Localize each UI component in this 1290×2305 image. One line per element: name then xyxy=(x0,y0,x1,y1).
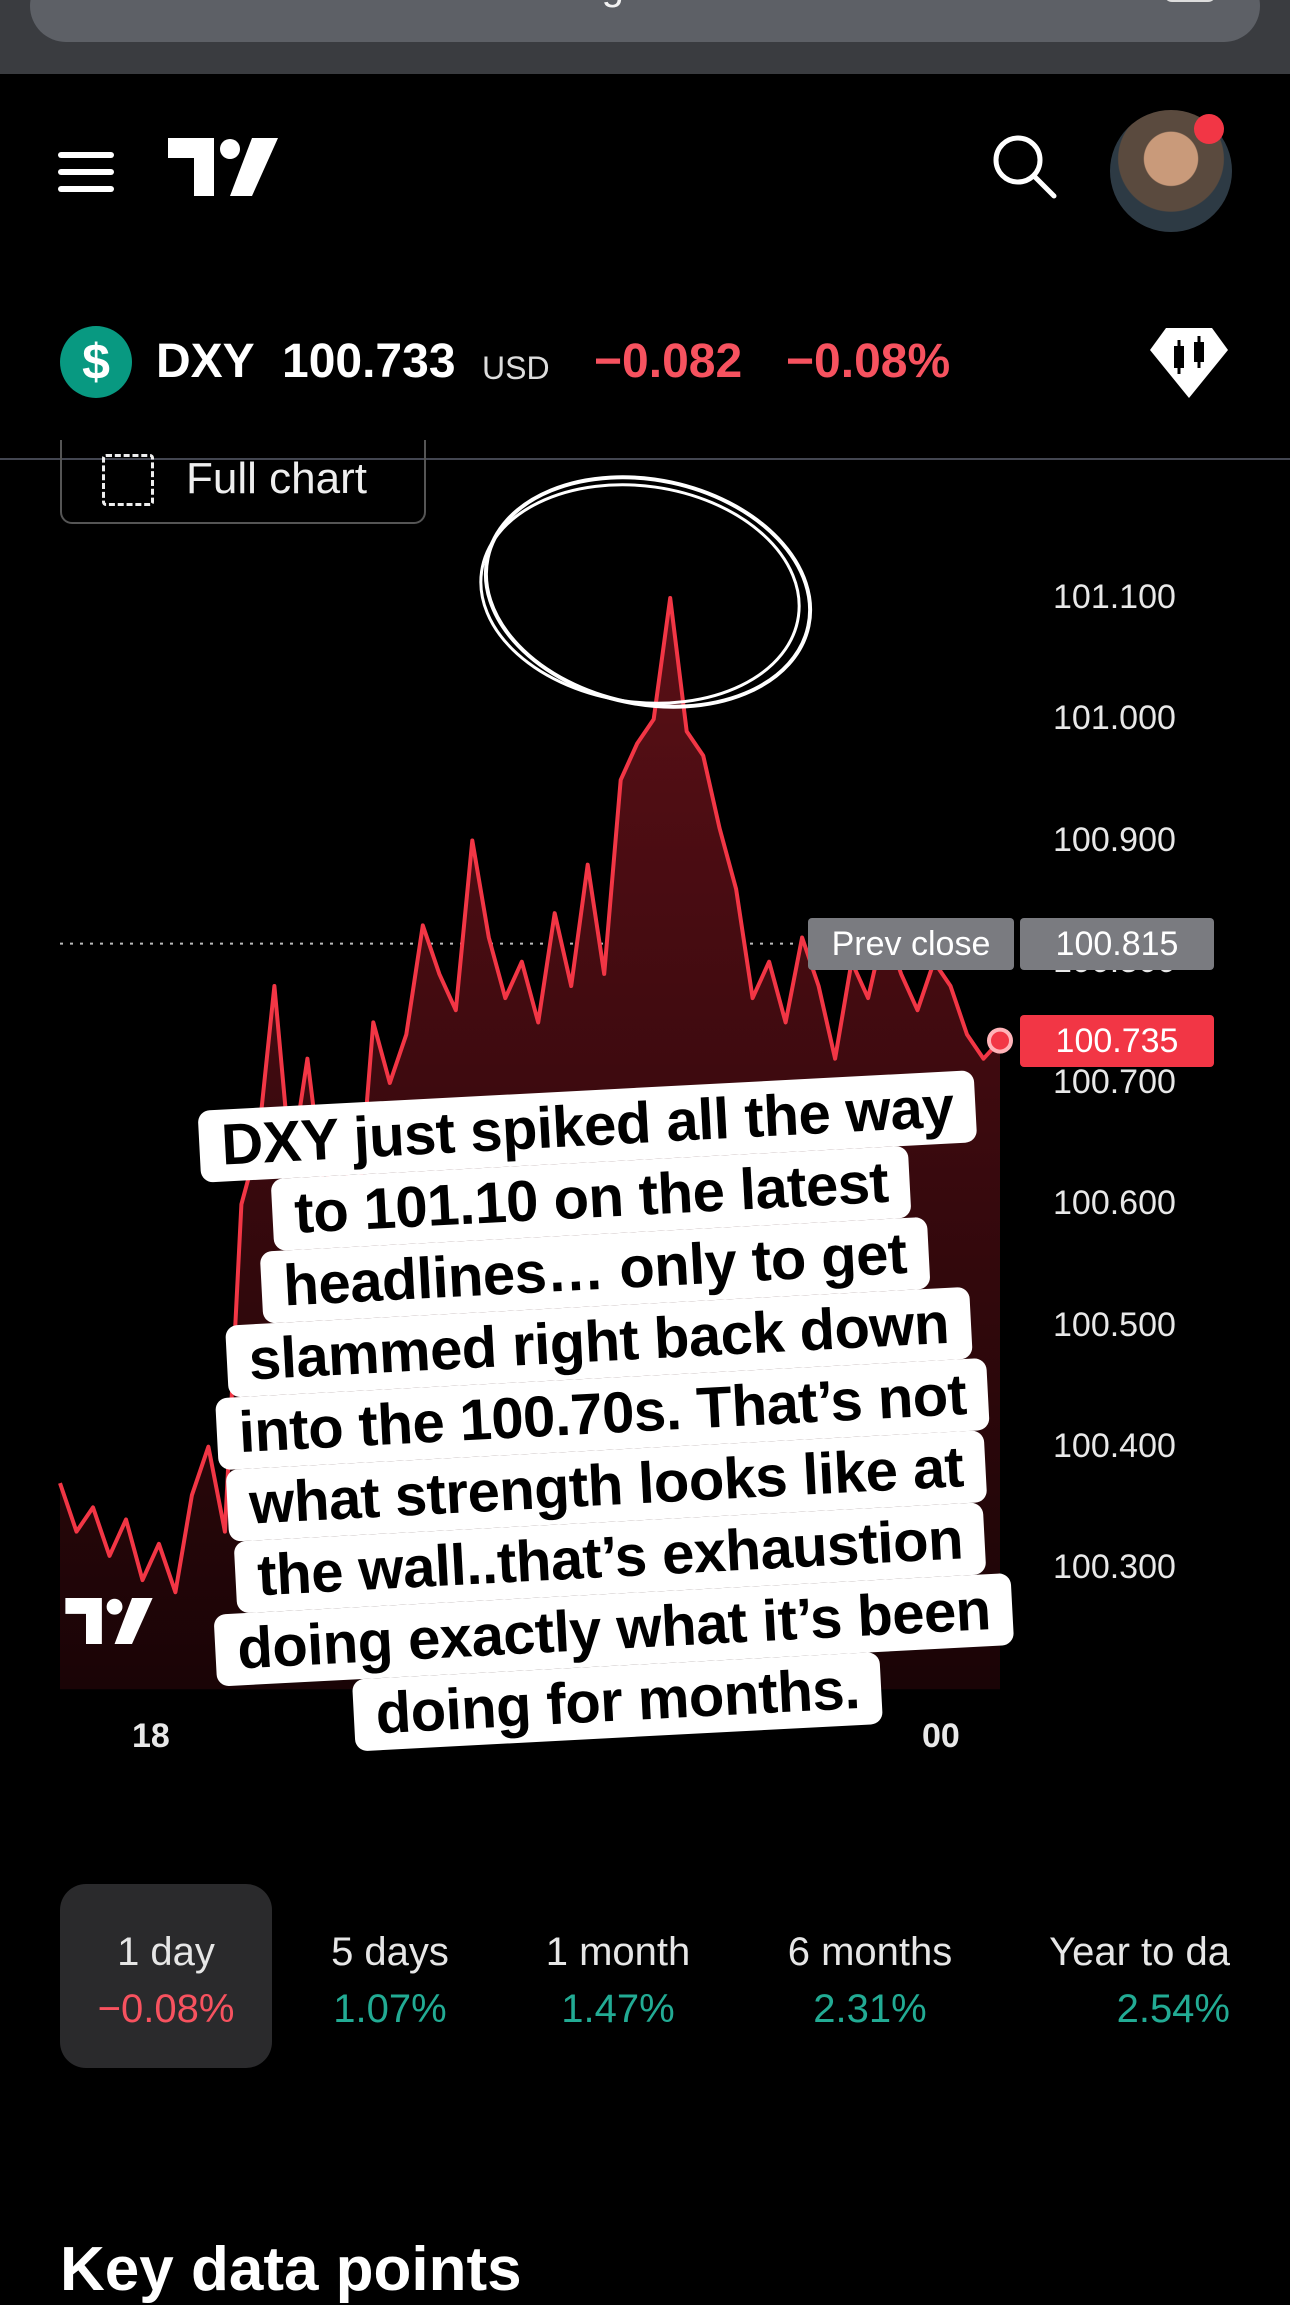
fullscreen-icon xyxy=(102,454,154,506)
range-value: 1.07% xyxy=(333,1987,447,2031)
section-title: Key data points xyxy=(60,2235,522,2304)
y-axis-tick-label: 100.900 xyxy=(1053,820,1176,859)
y-axis-tick-label: 100.700 xyxy=(1053,1063,1176,1101)
range-value: 1.47% xyxy=(561,1987,675,2031)
full-chart-label: Full chart xyxy=(186,454,367,503)
range-value: −0.08% xyxy=(97,1987,235,2031)
ticker-price: 100.733 xyxy=(282,335,456,388)
candles-icon[interactable] xyxy=(1148,326,1230,400)
last-price-dot xyxy=(987,1027,1013,1054)
notification-dot xyxy=(1194,114,1224,144)
range-tab-year-to-date[interactable]: Year to da 2.54% xyxy=(1030,1884,1230,2068)
tradingview-watermark xyxy=(65,1598,153,1644)
range-tab-5-days[interactable]: 5 days 1.07% xyxy=(300,1884,480,2068)
ticker-currency: USD xyxy=(482,350,550,386)
range-label: 6 months xyxy=(787,1930,953,1974)
range-label: 5 days xyxy=(331,1930,449,1974)
ticker-change: −0.082 xyxy=(594,335,743,388)
range-label: 1 day xyxy=(117,1930,215,1974)
browser-toolbar: ✦ tradingview.com xyxy=(0,0,1290,74)
range-label: Year to da xyxy=(1049,1930,1230,1974)
highlight-circle xyxy=(483,475,813,709)
address-bar[interactable]: ✦ tradingview.com xyxy=(30,0,1260,42)
range-label: 1 month xyxy=(545,1930,691,1974)
y-axis-tick-label: 101.100 xyxy=(1053,578,1176,616)
y-axis-tick-label: 100.400 xyxy=(1053,1426,1176,1465)
range-tab-1-month[interactable]: 1 month 1.47% xyxy=(520,1884,716,2068)
ticker-symbol[interactable]: DXY xyxy=(156,334,255,389)
full-chart-button[interactable]: Full chart xyxy=(60,440,426,524)
y-axis-tick-label: 101.000 xyxy=(1053,699,1176,738)
last-price-label: 100.735 xyxy=(1020,1014,1214,1067)
menu-icon[interactable] xyxy=(58,152,114,192)
prev-close-value: 100.815 xyxy=(1020,917,1214,970)
y-axis-tick-label: 100.500 xyxy=(1053,1305,1176,1344)
tradingview-logo[interactable] xyxy=(168,138,278,196)
y-axis-tick-label: 100.600 xyxy=(1053,1184,1176,1223)
range-tab-6-months[interactable]: 6 months 2.31% xyxy=(760,1884,980,2068)
range-tab-1-day[interactable]: 1 day −0.08% xyxy=(60,1884,272,2068)
caption-overlay: DXY just spiked all the way to 101.10 on… xyxy=(121,1066,1088,1854)
ticker-change-percent: −0.08% xyxy=(786,335,951,388)
prev-close-label: Prev close xyxy=(808,917,1014,970)
dollar-icon: $ xyxy=(60,326,132,398)
range-value: 2.31% xyxy=(813,1987,927,2031)
url-text[interactable]: tradingview.com xyxy=(30,0,1260,9)
range-value: 2.54% xyxy=(1116,1987,1230,2031)
tabs-icon[interactable] xyxy=(1164,0,1216,2)
search-icon[interactable] xyxy=(990,132,1060,202)
